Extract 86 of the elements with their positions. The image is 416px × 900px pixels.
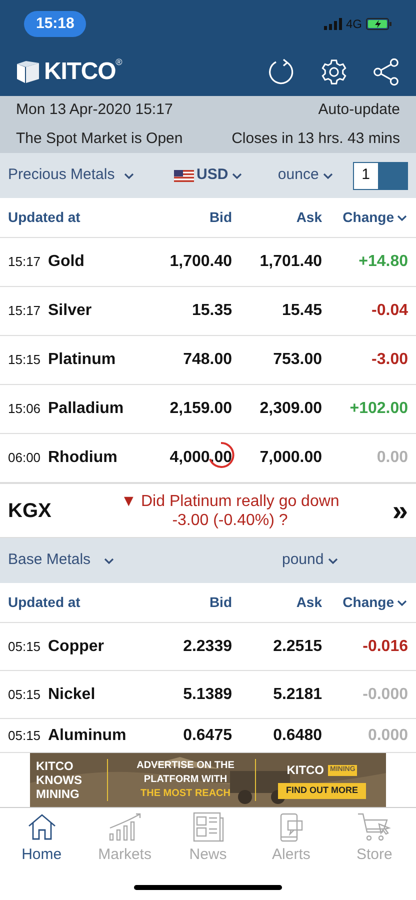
registered-mark: ® bbox=[116, 56, 122, 69]
share-button[interactable] bbox=[372, 58, 400, 86]
ask-cell-text: 2,309.00 bbox=[258, 399, 322, 419]
kgx-question[interactable]: ▼ Did Platinum really go down bbox=[120, 492, 340, 510]
sort-button[interactable]: Change bbox=[322, 592, 408, 613]
metal-name: Aluminum bbox=[47, 726, 128, 746]
column-header: Updated at bbox=[8, 208, 82, 227]
settings-button[interactable] bbox=[320, 58, 348, 86]
refresh-button[interactable] bbox=[266, 57, 296, 87]
kgx-label: KGX bbox=[8, 498, 52, 524]
metal-name: Nickel bbox=[47, 684, 96, 704]
ad-headline: KNOWS bbox=[36, 773, 83, 787]
metal-name: Gold bbox=[47, 252, 86, 272]
time-cell-text: 15:15 bbox=[8, 351, 42, 370]
time-cell-text: 06:00 bbox=[8, 449, 42, 468]
ask-cell-text: 0.6480 bbox=[272, 726, 322, 746]
ad-highlight: THE MOST REACH bbox=[140, 787, 230, 801]
sort-button[interactable]: Change bbox=[322, 207, 408, 228]
network-label: 4G bbox=[346, 16, 362, 33]
change-cell-text: -0.000 bbox=[362, 684, 408, 704]
change-cell-text: 0.00 bbox=[376, 448, 408, 468]
more-button[interactable]: » bbox=[372, 496, 408, 524]
newspaper-icon bbox=[192, 812, 224, 842]
home-icon bbox=[26, 812, 57, 842]
kgx-change: -3.00 (-0.40%) ? bbox=[172, 510, 288, 530]
ask-cell-text: 1,701.40 bbox=[258, 252, 322, 272]
ask-cell-text: 5.2181 bbox=[272, 684, 322, 704]
change-cell-text: 0.000 bbox=[366, 726, 408, 746]
cart-icon bbox=[357, 812, 392, 842]
ask-cell-text: 15.45 bbox=[280, 301, 322, 321]
time-cell-text: 15:17 bbox=[8, 253, 42, 272]
date-time: Mon 13 Apr-2020 15:17 bbox=[16, 100, 173, 120]
currency-dropdown[interactable]: USD bbox=[174, 164, 278, 187]
time-cell-text: 05:15 bbox=[8, 686, 42, 704]
ad-text: ADVERTISE ON THE bbox=[136, 759, 234, 773]
metal-name: Silver bbox=[47, 301, 93, 321]
category-dropdown[interactable]: Precious Metals bbox=[8, 164, 174, 187]
market-status: The Spot Market is Open bbox=[16, 128, 183, 148]
column-header: Bid bbox=[208, 208, 232, 227]
find-out-more-button[interactable]: FIND OUT MORE bbox=[278, 783, 366, 799]
ask-cell-text: 753.00 bbox=[272, 350, 322, 370]
change-cell-text: +102.00 bbox=[348, 399, 408, 419]
bid-cell-text: 15.35 bbox=[192, 301, 232, 321]
tab-item[interactable]: Home bbox=[0, 808, 84, 871]
metal-name: Palladium bbox=[47, 399, 125, 419]
column-header: Ask bbox=[295, 208, 322, 227]
ask-cell-text: 7,000.00 bbox=[258, 448, 322, 468]
flag-icon bbox=[174, 170, 194, 182]
time-cell-text: 05:15 bbox=[8, 726, 42, 745]
bid-cell-text: 2.2339 bbox=[183, 636, 232, 656]
time-cell-text: 05:15 bbox=[8, 638, 42, 656]
signal-icon bbox=[324, 18, 342, 30]
bid-cell-text: 1,700.40 bbox=[170, 252, 232, 272]
bar-chart-icon bbox=[108, 812, 142, 842]
ad-headline: MINING bbox=[36, 787, 80, 801]
quantity-field[interactable]: 1 bbox=[352, 162, 408, 190]
logo-text: KITCO bbox=[44, 57, 116, 87]
time-cell-text: 15:17 bbox=[8, 302, 42, 320]
change-cell-text: +14.80 bbox=[358, 252, 408, 272]
column-header: Bid bbox=[208, 593, 232, 612]
bid-cell-text: 4,000.00 bbox=[170, 448, 232, 468]
metal-name: Copper bbox=[47, 636, 105, 656]
column-header: Ask bbox=[295, 593, 322, 612]
battery-icon bbox=[366, 18, 392, 30]
closing-time: Closes in 13 hrs. 43 mins bbox=[232, 128, 400, 148]
column-header: Updated at bbox=[8, 593, 82, 612]
status-time: 15:18 bbox=[24, 10, 86, 38]
metal-name: Rhodium bbox=[47, 448, 118, 468]
ad-headline: KITCO bbox=[36, 759, 74, 773]
logo-icon bbox=[16, 60, 40, 84]
bid-cell-text: 0.6475 bbox=[183, 726, 232, 746]
auto-update-label: Auto-update bbox=[318, 100, 400, 120]
ad-brand: KITCO bbox=[286, 762, 324, 780]
change-cell-text: -0.04 bbox=[370, 301, 408, 321]
category-dropdown[interactable]: Base Metals bbox=[8, 549, 282, 572]
metal-name: Platinum bbox=[47, 350, 117, 370]
bid-cell-text: 2,159.00 bbox=[170, 399, 232, 419]
ask-cell-text: 2.2515 bbox=[272, 636, 322, 656]
bid-cell-text: 5.1389 bbox=[183, 684, 232, 704]
bid-cell-text: 748.00 bbox=[183, 350, 232, 370]
unit-dropdown[interactable]: pound bbox=[282, 549, 339, 572]
unit-dropdown[interactable]: ounce bbox=[278, 164, 353, 187]
change-cell-text: -3.00 bbox=[370, 350, 408, 370]
time-cell-text: 15:06 bbox=[8, 400, 42, 418]
change-cell-text: -0.016 bbox=[362, 636, 408, 656]
ad-text: PLATFORM WITH bbox=[144, 773, 228, 787]
